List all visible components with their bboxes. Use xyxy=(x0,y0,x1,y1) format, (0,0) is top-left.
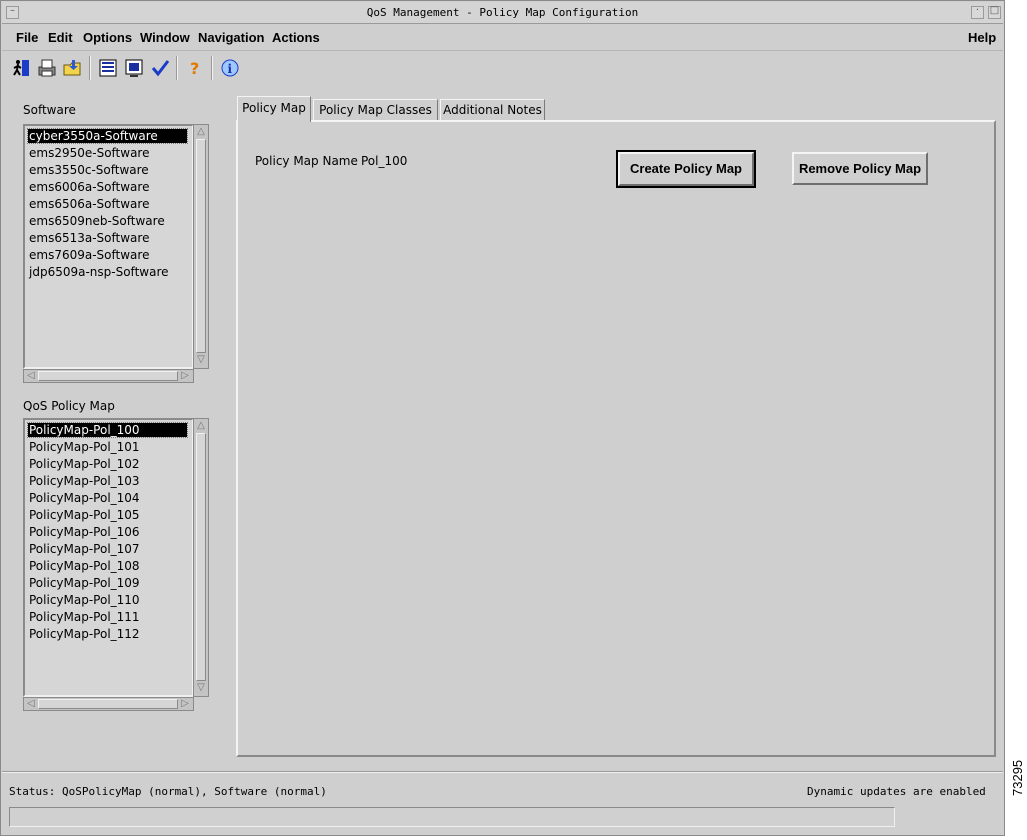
list-item[interactable]: PolicyMap-Pol_106 xyxy=(28,525,187,539)
list-item[interactable]: PolicyMap-Pol_112 xyxy=(28,627,187,641)
policy-map-name-value: Pol_100 xyxy=(361,154,408,168)
list-item[interactable]: ems6513a-Software xyxy=(28,231,187,245)
list-button[interactable] xyxy=(96,56,120,80)
list-item[interactable]: ems7609a-Software xyxy=(28,248,187,262)
list-item[interactable]: PolicyMap-Pol_108 xyxy=(28,559,187,573)
menu-help[interactable]: Help xyxy=(968,30,996,45)
print-icon xyxy=(38,59,56,77)
list-item[interactable]: PolicyMap-Pol_101 xyxy=(28,440,187,454)
tab-policy-map-classes[interactable]: Policy Map Classes xyxy=(313,99,438,121)
help-icon: ? xyxy=(190,59,199,78)
exit-icon xyxy=(13,60,29,76)
list-item[interactable]: PolicyMap-Pol_104 xyxy=(28,491,187,505)
list-item[interactable]: ems2950e-Software xyxy=(28,146,187,160)
print-button[interactable] xyxy=(35,56,59,80)
window-title: QoS Management - Policy Map Configuratio… xyxy=(366,6,639,19)
monitor-icon xyxy=(125,59,143,77)
menu-file[interactable]: File xyxy=(16,30,38,45)
scroll-right-icon[interactable]: ▷ xyxy=(179,698,191,710)
list-item[interactable]: PolicyMap-Pol_111 xyxy=(28,610,187,624)
menu-bar: File Edit Options Window Navigation Acti… xyxy=(2,25,1003,51)
monitor-button[interactable] xyxy=(122,56,146,80)
checkmark-icon xyxy=(151,60,170,77)
svg-text:?: ? xyxy=(190,59,199,78)
list-item[interactable]: PolicyMap-Pol_105 xyxy=(28,508,187,522)
svg-text:i: i xyxy=(228,62,233,76)
list-item[interactable]: PolicyMap-Pol_107 xyxy=(28,542,187,556)
dynamic-updates-text: Dynamic updates are enabled xyxy=(807,785,986,798)
status-divider xyxy=(2,771,1003,773)
list-icon xyxy=(99,59,117,77)
info-button[interactable]: i xyxy=(218,56,242,80)
list-item[interactable]: PolicyMap-Pol_102 xyxy=(28,457,187,471)
title-bar: – QoS Management - Policy Map Configurat… xyxy=(2,2,1003,24)
list-item[interactable]: PolicyMap-Pol_110 xyxy=(28,593,187,607)
list-item[interactable]: ems3550c-Software xyxy=(28,163,187,177)
scroll-up-icon[interactable]: △ xyxy=(195,126,207,138)
toolbar-separator xyxy=(211,56,213,80)
list-item[interactable]: PolicyMap-Pol_109 xyxy=(28,576,187,590)
check-button[interactable] xyxy=(148,56,172,80)
figure-number: 73295 xyxy=(1010,759,1025,796)
list-item[interactable]: jdp6509a-nsp-Software xyxy=(28,265,187,279)
exit-button[interactable] xyxy=(9,56,33,80)
scroll-up-icon[interactable]: △ xyxy=(195,420,207,432)
list-item[interactable]: PolicyMap-Pol_100 xyxy=(27,422,188,438)
list-item[interactable]: ems6006a-Software xyxy=(28,180,187,194)
toolbar-separator xyxy=(89,56,91,80)
open-folder-icon xyxy=(63,60,81,76)
policy-map-name-label: Policy Map Name xyxy=(255,154,358,168)
list-item[interactable]: ems6509neb-Software xyxy=(28,214,187,228)
status-text: Status: QoSPolicyMap (normal), Software … xyxy=(9,785,327,798)
minimize-button[interactable]: · xyxy=(971,5,984,19)
scroll-thumb[interactable] xyxy=(38,699,178,709)
software-list[interactable]: cyber3550a-Software ems2950e-Software em… xyxy=(23,124,194,369)
menu-actions[interactable]: Actions xyxy=(272,30,320,45)
list-item[interactable]: cyber3550a-Software xyxy=(27,128,188,144)
software-label: Software xyxy=(23,103,76,117)
maximize-icon: □ xyxy=(989,5,1000,16)
menu-edit[interactable]: Edit xyxy=(48,30,73,45)
open-button[interactable] xyxy=(61,56,85,80)
tab-additional-notes[interactable]: Additional Notes xyxy=(440,99,545,121)
scroll-thumb[interactable] xyxy=(196,433,206,681)
remove-policy-map-button[interactable]: Remove Policy Map xyxy=(792,152,928,185)
policy-map-tab-panel xyxy=(236,120,996,757)
software-horizontal-scrollbar[interactable]: ◁ ▷ xyxy=(23,369,194,383)
menu-window[interactable]: Window xyxy=(140,30,190,45)
scroll-thumb[interactable] xyxy=(38,371,178,381)
scroll-right-icon[interactable]: ▷ xyxy=(179,370,191,382)
help-button[interactable]: ? xyxy=(183,56,207,80)
menu-options[interactable]: Options xyxy=(83,30,132,45)
tab-policy-map[interactable]: Policy Map xyxy=(237,96,311,122)
menu-navigation[interactable]: Navigation xyxy=(198,30,264,45)
list-item[interactable]: PolicyMap-Pol_103 xyxy=(28,474,187,488)
info-icon: i xyxy=(221,59,239,77)
scroll-left-icon[interactable]: ◁ xyxy=(25,698,37,710)
software-vertical-scrollbar[interactable]: △ ▽ xyxy=(193,124,209,369)
scroll-left-icon[interactable]: ◁ xyxy=(25,370,37,382)
create-policy-map-button[interactable]: Create Policy Map xyxy=(616,150,756,188)
scroll-down-icon[interactable]: ▽ xyxy=(195,682,207,694)
minimize-icon: · xyxy=(975,5,980,16)
toolbar-separator xyxy=(176,56,178,80)
application-window: – QoS Management - Policy Map Configurat… xyxy=(0,0,1005,836)
policy-map-horizontal-scrollbar[interactable]: ◁ ▷ xyxy=(23,697,194,711)
list-item[interactable]: ems6506a-Software xyxy=(28,197,187,211)
maximize-button[interactable]: □ xyxy=(988,5,1001,19)
status-message-field xyxy=(9,807,895,827)
policy-map-list-label: QoS Policy Map xyxy=(23,399,115,413)
scroll-down-icon[interactable]: ▽ xyxy=(195,354,207,366)
scroll-thumb[interactable] xyxy=(196,139,206,353)
policy-map-vertical-scrollbar[interactable]: △ ▽ xyxy=(193,418,209,697)
policy-map-list[interactable]: PolicyMap-Pol_100 PolicyMap-Pol_101 Poli… xyxy=(23,418,194,697)
